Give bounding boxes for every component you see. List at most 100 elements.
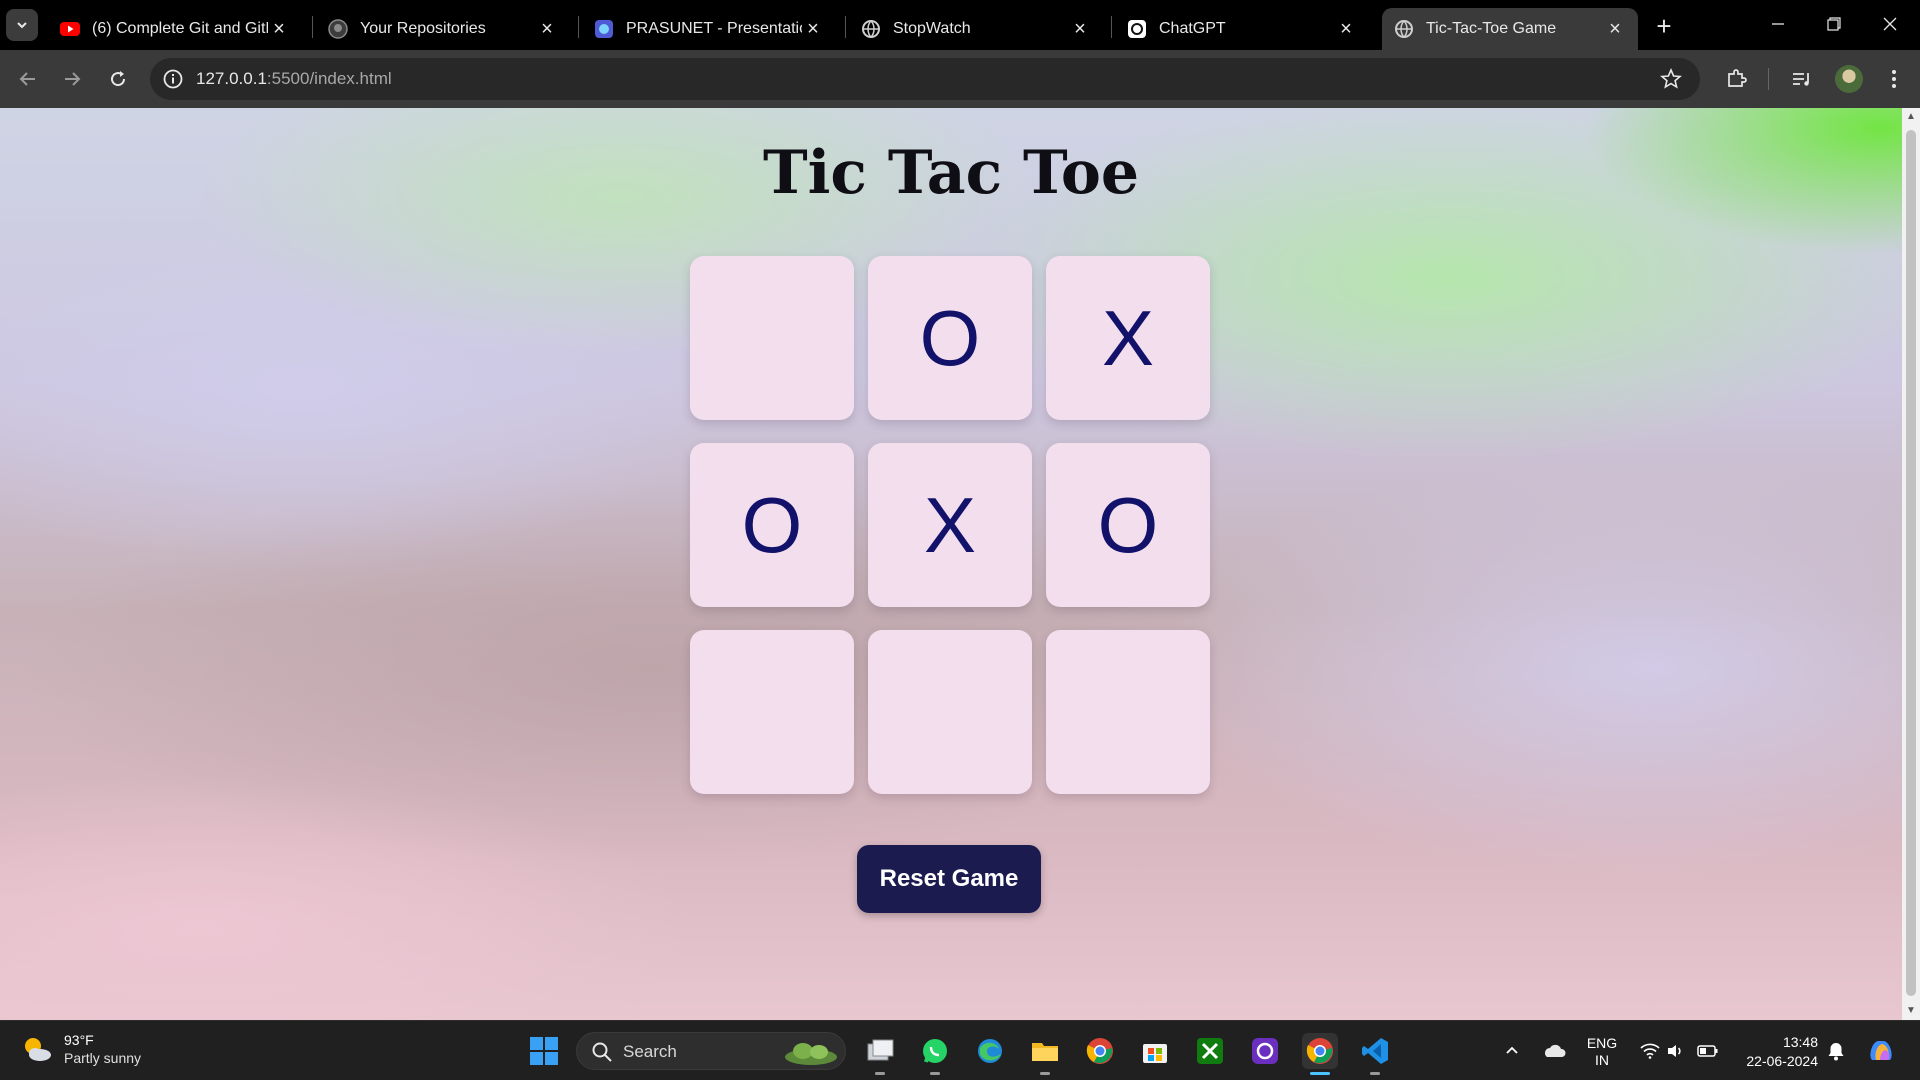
taskbar-file-explorer[interactable] [1027,1033,1063,1075]
tab-canva[interactable]: PRASUNET - Presentation × [582,8,836,50]
restore-icon [1827,17,1841,31]
volume-button[interactable] [1662,1021,1688,1080]
search-icon [592,1042,612,1062]
weather-widget[interactable]: 93°F Partly sunny [20,1031,141,1067]
chevron-down-icon [17,22,27,29]
task-view-button[interactable] [862,1033,898,1075]
close-tab-icon[interactable]: × [536,18,558,40]
input-language[interactable]: ENG IN [1582,1035,1622,1069]
network-button[interactable] [1636,1021,1664,1080]
tab-search-button[interactable] [6,9,38,41]
profile-avatar[interactable] [1835,65,1863,93]
board-cell-4[interactable]: O [690,443,854,607]
start-button[interactable] [526,1033,562,1069]
new-tab-button[interactable]: + [1650,10,1678,41]
taskbar-chrome[interactable] [1082,1033,1118,1069]
board-cell-3[interactable]: X [1046,256,1210,420]
language-code: ENG [1586,1035,1618,1051]
tab-strip: (6) Complete Git and GitHub × Your Repos… [0,0,1920,50]
search-highlight-icon [785,1043,837,1065]
tab-tic-tac-toe[interactable]: Tic-Tac-Toe Game × [1382,8,1638,50]
close-tab-icon[interactable]: × [802,18,824,40]
close-window-button[interactable] [1868,6,1912,42]
media-control-button[interactable] [1788,65,1816,93]
battery-button[interactable] [1694,1021,1722,1080]
tab-title: PRASUNET - Presentation [626,20,802,37]
microsoft-store-icon [1143,1044,1167,1063]
taskbar-vscode[interactable] [1357,1033,1393,1075]
url-text[interactable]: 127.0.0.1:5500/index.html [196,69,392,89]
taskbar-chrome-active[interactable] [1302,1033,1338,1075]
board-cell-2[interactable]: O [868,256,1032,420]
taskbar-xbox[interactable] [1192,1033,1228,1069]
tab-title: StopWatch [893,20,971,37]
copilot-button[interactable] [1862,1021,1900,1080]
globe-icon [1394,19,1414,39]
tab-separator [845,16,846,38]
github-icon [328,19,348,39]
copilot-icon [1870,1041,1892,1060]
tab-separator [312,16,313,38]
close-tab-icon[interactable]: × [268,18,290,40]
region-code: IN [1595,1052,1609,1068]
forward-arrow-icon [65,72,81,86]
tab-chatgpt[interactable]: ChatGPT × [1115,8,1369,50]
close-icon [1883,17,1897,31]
board-cell-5[interactable]: X [868,443,1032,607]
puzzle-icon [1728,69,1747,87]
wifi-icon [1640,1043,1660,1059]
taskbar-microsoft-store[interactable] [1137,1033,1173,1069]
scroll-up-icon[interactable]: ▲ [1906,112,1916,122]
page-scrollbar[interactable]: ▲ ▼ [1902,108,1920,1020]
site-info-icon[interactable] [162,68,184,90]
plus-icon: + [1656,10,1672,41]
weather-temperature: 93°F [64,1032,94,1048]
scroll-down-icon[interactable]: ▼ [1906,1006,1916,1016]
chrome-icon [1086,1038,1113,1064]
board-cell-6[interactable]: O [1046,443,1210,607]
edge-icon [978,1039,1002,1063]
show-hidden-icons-button[interactable] [1500,1021,1524,1080]
bookmark-star-icon[interactable] [1660,68,1682,90]
running-indicator [930,1072,940,1075]
partly-sunny-icon [20,1032,54,1066]
chrome-active-icon [1306,1038,1333,1064]
browser-toolbar: 127.0.0.1:5500/index.html [0,50,1920,108]
browser-menu-button[interactable] [1880,65,1908,93]
taskbar-clipchamp[interactable] [1247,1033,1283,1069]
restore-button[interactable] [1812,6,1856,42]
tab-stopwatch[interactable]: StopWatch × [849,8,1103,50]
notifications-button[interactable] [1822,1021,1850,1080]
globe-icon [861,19,881,39]
url-host: 127.0.0.1 [196,69,267,88]
back-button[interactable] [12,63,44,95]
tab-youtube[interactable]: (6) Complete Git and GitHub × [48,8,302,50]
address-bar[interactable]: 127.0.0.1:5500/index.html [150,58,1700,100]
board-cell-8[interactable] [868,630,1032,794]
reset-game-button[interactable]: Reset Game [857,845,1041,913]
tab-title: Your Repositories [360,20,486,37]
vscode-icon [1362,1038,1388,1064]
board-cell-9[interactable] [1046,630,1210,794]
minimize-button[interactable] [1756,6,1800,42]
taskbar-whatsapp[interactable] [917,1033,953,1075]
extensions-button[interactable] [1722,65,1750,93]
close-tab-icon[interactable]: × [1335,18,1357,40]
tab-github[interactable]: Your Repositories × [316,8,570,50]
more-vertical-icon [1892,70,1896,88]
youtube-icon [60,19,80,39]
reload-button[interactable] [102,63,134,95]
page-title: Tic Tac Toe [762,138,1140,208]
forward-button[interactable] [56,63,88,95]
system-clock[interactable]: 13:48 22-06-2024 [1736,1033,1818,1071]
taskbar-search[interactable]: Search [576,1032,846,1070]
close-tab-icon[interactable]: × [1604,18,1626,40]
file-explorer-icon [1032,1043,1058,1061]
scrollbar-thumb[interactable] [1906,130,1916,996]
onedrive-button[interactable] [1540,1021,1568,1080]
taskbar-edge[interactable] [972,1033,1008,1069]
board-cell-1[interactable] [690,256,854,420]
board-cell-7[interactable] [690,630,854,794]
close-tab-icon[interactable]: × [1069,18,1091,40]
minimize-icon [1772,23,1784,25]
